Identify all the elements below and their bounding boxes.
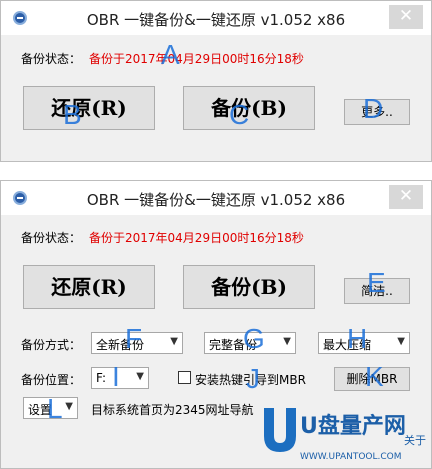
window-title: OBR 一键备份&一键还原 v1.052 x86 [86,11,346,29]
marker-d: D [363,93,384,124]
backup-mode-label: 备份方式： [21,338,82,352]
title-bar: OBR 一键备份&一键还原 v1.052 x86 ✕ [1,1,431,35]
chevron-down-icon: ▼ [397,336,405,347]
marker-j: J [246,363,260,394]
window-title: OBR 一键备份&一键还原 v1.052 x86 [86,191,346,209]
close-button[interactable]: ✕ [389,5,423,29]
marker-c: C [229,99,250,130]
drive-select[interactable]: F: ▼ [91,367,149,389]
chevron-down-icon: ▼ [283,336,291,347]
marker-i: I [112,361,120,392]
watermark-about: 关于 [404,434,426,447]
chevron-down-icon: ▼ [65,401,73,412]
u-logo-icon [264,408,296,452]
restore-button[interactable]: 还原(R) [23,86,155,130]
marker-k: K [365,361,384,392]
chevron-down-icon: ▼ [136,371,144,382]
status-label: 备份状态： [21,231,82,245]
backup-location-label: 备份位置： [21,373,82,387]
marker-l: L [47,393,63,424]
homepage-text: 目标系统首页为2345网址导航 [91,403,254,417]
obr-window-compact: OBR 一键备份&一键还原 v1.052 x86 ✕ 备份状态： 备份于2017… [0,0,432,162]
backup-button[interactable]: 备份(B) [183,265,315,309]
marker-g: G [243,323,265,354]
marker-f: F [125,323,143,354]
marker-h: H [347,323,368,354]
watermark-url: WWW.UPANTOOL.COM [300,452,402,462]
close-button[interactable]: ✕ [389,185,423,209]
status-value: 备份于2017年04月29日00时16分18秒 [89,231,304,245]
restore-button[interactable]: 还原(R) [23,265,155,309]
watermark: U盘量产网 关于 WWW.UPANTOOL.COM [254,402,432,469]
chevron-down-icon: ▼ [170,336,178,347]
status-value: 备份于2017年04月29日00时16分18秒 [89,52,304,66]
hotkey-mbr-checkbox[interactable] [178,371,191,384]
marker-e: E [367,267,386,298]
title-bar: OBR 一键备份&一键还原 v1.052 x86 ✕ [1,181,431,215]
drive-value: F: [96,371,107,385]
marker-b: B [63,99,82,130]
marker-a: A [161,39,180,70]
watermark-brand: U盘量产网 [300,414,406,439]
status-label: 备份状态： [21,52,82,66]
